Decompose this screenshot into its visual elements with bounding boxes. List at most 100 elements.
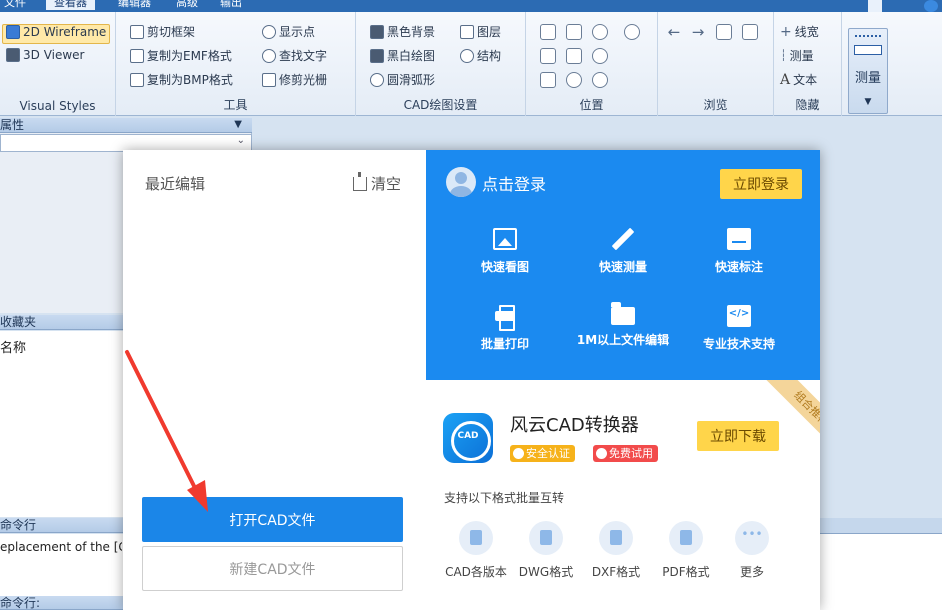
menu-editor[interactable]: 编辑器 — [118, 0, 151, 10]
visual-styles-label: Visual Styles — [19, 99, 96, 113]
command-line-title: 命令行 — [0, 518, 37, 532]
format-pdf[interactable]: PDF格式 — [650, 521, 722, 580]
format-dwg[interactable]: DWG格式 — [510, 521, 582, 580]
page-icon[interactable] — [716, 24, 732, 40]
click-login-link[interactable]: 点击登录 — [482, 171, 546, 195]
clip-frame-button[interactable]: 剪切框架 — [130, 23, 195, 40]
measure-line-icon: ┆ — [780, 49, 787, 62]
arrow-right-icon[interactable]: → — [690, 24, 706, 40]
layers-button[interactable]: 图层 — [460, 23, 501, 40]
fit-drawing-icon[interactable] — [540, 24, 556, 40]
printer-icon — [493, 305, 517, 331]
menu-output[interactable]: 输出 — [220, 0, 242, 10]
cad-file-icon — [459, 521, 493, 555]
cad-converter-logo: CAD — [443, 413, 493, 463]
command-prompt[interactable]: 命令行: — [0, 596, 124, 610]
copy-emf-icon — [130, 48, 144, 63]
properties-header: 属性 ▼ — [0, 118, 252, 133]
security-badge: 安全认证 — [510, 445, 575, 462]
format-dxf[interactable]: DXF格式 — [580, 521, 652, 580]
broom-icon — [353, 171, 367, 191]
download-now-button[interactable]: 立即下载 — [697, 421, 779, 451]
new-cad-file-button[interactable]: 新建CAD文件 — [142, 546, 403, 591]
open-cad-file-button[interactable]: 打开CAD文件 — [142, 497, 403, 542]
zoom-in-icon[interactable] — [592, 24, 608, 40]
bw-drawing-button[interactable]: 黑白绘图 — [370, 47, 435, 64]
3d-viewer-label: 3D Viewer — [23, 48, 85, 62]
menu-file[interactable]: 文件 — [4, 0, 26, 10]
feature-quick-measure[interactable]: 快速测量 — [568, 228, 678, 275]
cad-settings-label: CAD绘图设置 — [403, 98, 478, 112]
structure-label: 结构 — [477, 49, 502, 63]
clear-label: 清空 — [371, 175, 402, 193]
folder-icon — [611, 302, 635, 325]
line-width-label: 线宽 — [794, 25, 819, 39]
format-dxf-label: DXF格式 — [591, 565, 641, 579]
command-output-right — [820, 534, 942, 610]
smooth-arc-button[interactable]: 圆滑弧形 — [370, 71, 435, 88]
pin-icon[interactable]: ▼ — [234, 118, 242, 132]
copy-emf-button[interactable]: 复制为EMF格式 — [130, 47, 232, 64]
zoom-out-icon[interactable] — [592, 48, 608, 64]
visual-styles-group: 2D Wireframe 3D Viewer Visual Styles — [0, 12, 116, 116]
feature-large-file-edit[interactable]: 1M以上文件编辑 — [568, 302, 678, 348]
black-background-button[interactable]: 黑色背景 — [370, 23, 435, 40]
tools-label: 工具 — [223, 98, 248, 112]
product-promo-pane: 组合推荐 CAD 风云CAD转换器 安全认证 免费试用 立即下载 支持以下格式批… — [426, 380, 820, 610]
text-label: 文本 — [793, 73, 818, 87]
favorites-header: 收藏夹 — [0, 315, 124, 330]
clear-recent-button[interactable]: 清空 — [353, 171, 402, 194]
3d-viewer-button[interactable]: 3D Viewer — [6, 48, 84, 62]
fit-width-icon[interactable] — [540, 48, 556, 64]
hide-measure-button[interactable]: ┆ 测量 — [780, 47, 814, 64]
pan-hand-icon[interactable] — [624, 24, 640, 40]
position-group: 位置 — [526, 12, 658, 116]
menu-viewer[interactable]: 查看器 — [46, 0, 95, 10]
show-points-button[interactable]: 显示点 — [262, 23, 315, 40]
real-size-icon[interactable] — [540, 72, 556, 88]
trim-raster-button[interactable]: 修剪光栅 — [262, 71, 327, 88]
trim-raster-label: 修剪光栅 — [279, 73, 328, 87]
clip-frame-label: 剪切框架 — [147, 25, 196, 39]
feature-batch-print[interactable]: 批量打印 — [450, 305, 560, 352]
menu-advanced[interactable]: 高级 — [176, 0, 198, 10]
zoom-extent-icon[interactable] — [566, 48, 582, 64]
recent-files-pane: 最近编辑 清空 打开CAD文件 新建CAD文件 — [123, 150, 426, 610]
format-cad-versions[interactable]: CAD各版本 — [440, 521, 512, 580]
chevron-down-icon: ⌄ — [236, 135, 245, 146]
2d-wireframe-button[interactable]: 2D Wireframe — [6, 25, 106, 39]
login-now-button[interactable]: 立即登录 — [720, 169, 802, 199]
product-name: 风云CAD转换器 — [510, 415, 639, 436]
measure-button[interactable]: 测量 ▼ — [848, 28, 888, 114]
feature-quick-annotate[interactable]: 快速标注 — [684, 228, 794, 275]
copy-bmp-button[interactable]: 复制为BMP格式 — [130, 71, 233, 88]
feature-quick-view[interactable]: 快速看图 — [450, 228, 560, 275]
format-more-label: 更多 — [739, 565, 764, 579]
text-a-icon: A — [780, 71, 791, 88]
arrow-left-icon[interactable]: ← — [666, 24, 682, 40]
ruler-icon — [854, 45, 882, 55]
pdf-file-icon — [669, 521, 703, 555]
zoom-window-icon[interactable] — [566, 72, 582, 88]
black-background-label: 黑色背景 — [387, 25, 436, 39]
find-text-button[interactable]: 查找文字 — [262, 47, 327, 64]
text-button[interactable]: A 文本 — [780, 71, 817, 88]
zoom-previous-icon[interactable] — [592, 72, 608, 88]
feature-batch-print-label: 批量打印 — [480, 337, 529, 351]
cube-icon — [6, 48, 20, 62]
help-icon[interactable] — [924, 0, 938, 12]
favorites-column-name[interactable]: 名称 — [0, 337, 26, 356]
zoom-rect-icon[interactable] — [566, 24, 582, 40]
structure-button[interactable]: 结构 — [460, 47, 501, 64]
page-copy-icon[interactable] — [742, 24, 758, 40]
avatar[interactable] — [446, 167, 476, 197]
feature-large-file-edit-label: 1M以上文件编辑 — [576, 333, 670, 347]
line-width-button[interactable]: + 线宽 — [780, 23, 819, 40]
feature-quick-annotate-label: 快速标注 — [714, 260, 763, 274]
2d-wireframe-label: 2D Wireframe — [23, 25, 107, 39]
feature-tech-support[interactable]: 专业技术支持 — [684, 305, 794, 352]
quick-access-icon[interactable] — [868, 0, 882, 12]
format-more[interactable]: 更多 — [716, 521, 788, 580]
free-trial-badge: 免费试用 — [593, 445, 658, 462]
format-dwg-label: DWG格式 — [518, 565, 574, 579]
